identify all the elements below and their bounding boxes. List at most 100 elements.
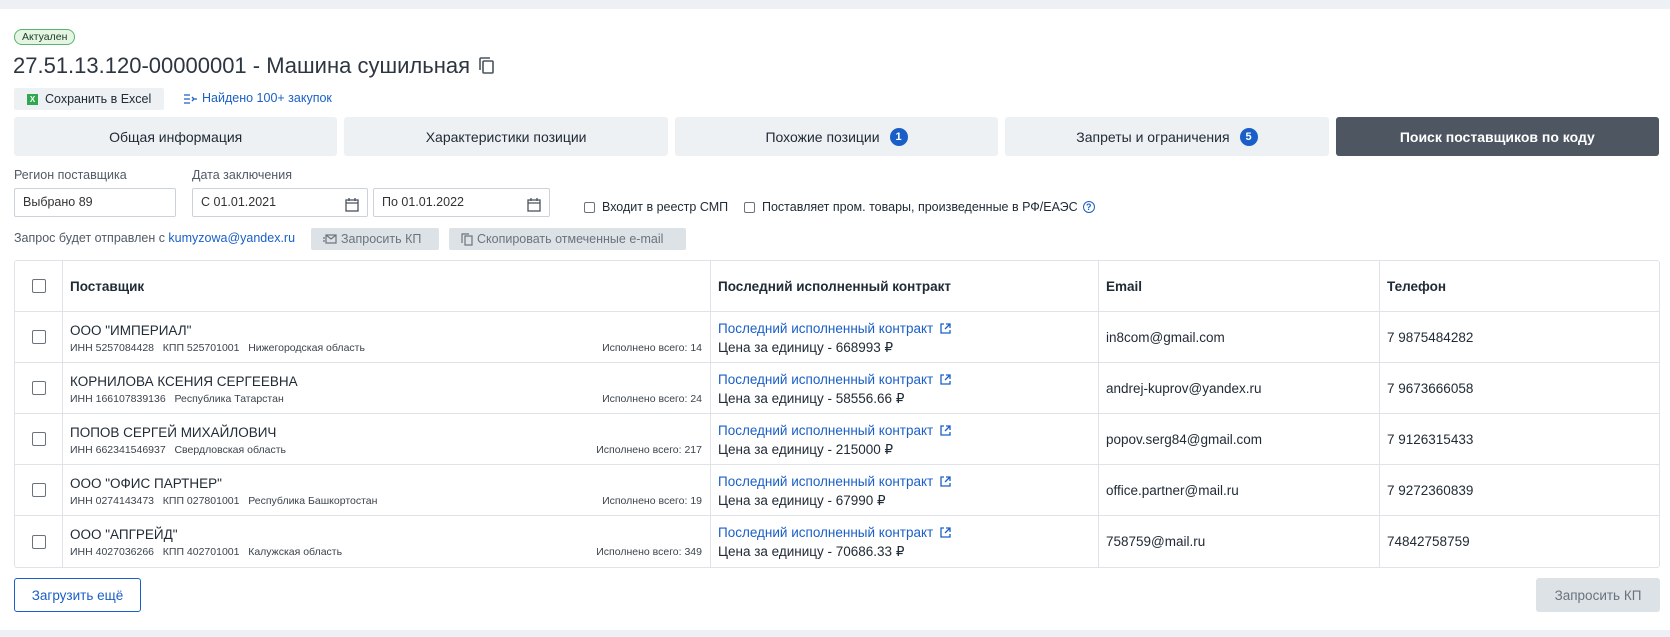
supplier-completed: Исполнено всего: 349 <box>596 546 702 558</box>
table-row: ООО "АПГРЕЙД" ИНН 4027036266 КПП 4027010… <box>15 516 1659 567</box>
list-icon <box>184 93 197 104</box>
checkbox[interactable] <box>584 201 595 213</box>
supplier-completed: Исполнено всего: 14 <box>602 342 702 354</box>
contract-link[interactable]: Последний исполненный контракт <box>718 372 951 387</box>
supplier-details: ИНН 166107839136 Республика Татарстан <box>70 393 284 405</box>
tab-label: Запреты и ограничения <box>1076 128 1230 145</box>
calendar-icon[interactable] <box>345 195 359 212</box>
copy-emails-button[interactable]: Скопировать отмеченные e-mail <box>449 228 686 250</box>
contract-link-text: Последний исполненный контракт <box>718 321 934 336</box>
supplier-name: ООО "ИМПЕРИАЛ" <box>70 323 192 338</box>
excel-icon: X <box>27 93 38 105</box>
rf-goods-checkbox[interactable]: Поставляет пром. товары, произведенные в… <box>744 200 1095 214</box>
help-icon[interactable]: ? <box>1082 201 1095 213</box>
contract-cell: Последний исполненный контракт Цена за е… <box>711 312 1099 362</box>
row-checkbox[interactable] <box>31 432 46 446</box>
table-row: КОРНИЛОВА КСЕНИЯ СЕРГЕЕВНА ИНН 166107839… <box>15 363 1659 414</box>
header-phone: Телефон <box>1387 278 1447 294</box>
tab-characteristics[interactable]: Характеристики позиции <box>344 117 668 156</box>
unit-price: Цена за единицу - 668993 ₽ <box>718 340 894 355</box>
unit-price: Цена за единицу - 70686.33 ₽ <box>718 544 905 559</box>
header-email: Email <box>1099 261 1380 311</box>
tab-label: Похожие позиции <box>765 128 880 145</box>
tab-bar: Общая информация Характеристики позиции … <box>14 117 1660 156</box>
phone-cell: 7 9875484282 <box>1387 329 1474 345</box>
tab-supplier-search[interactable]: Поиск поставщиков по коду <box>1335 117 1660 156</box>
supplier-cell: ООО "АПГРЕЙД" ИНН 4027036266 КПП 4027010… <box>63 516 711 567</box>
copy-emails-label: Скопировать отмеченные e-mail <box>477 232 664 246</box>
row-select-cell <box>15 465 63 515</box>
smp-checkbox[interactable]: Входит в реестр СМП <box>584 200 728 214</box>
count-badge: 1 <box>889 127 908 146</box>
row-checkbox[interactable] <box>31 330 46 344</box>
external-link-icon <box>940 425 951 436</box>
supplier-details: ИНН 4027036266 КПП 402701001 Калужская о… <box>70 546 343 558</box>
supplier-name: ООО "ОФИС ПАРТНЕР" <box>70 476 222 491</box>
request-kp-bottom-button[interactable]: Запросить КП <box>1536 578 1660 612</box>
contract-cell: Последний исполненный контракт Цена за е… <box>711 516 1099 567</box>
row-checkbox[interactable] <box>31 381 46 395</box>
tab-similar-positions[interactable]: Похожие позиции 1 <box>674 117 999 156</box>
row-checkbox[interactable] <box>31 534 46 549</box>
save-excel-button[interactable]: X Сохранить в Excel <box>14 88 164 110</box>
header-contract: Последний исполненный контракт <box>711 261 1099 311</box>
page-title: 27.51.13.120-00000001 - Машина сушильная <box>13 53 496 79</box>
contract-cell: Последний исполненный контракт Цена за е… <box>711 465 1099 515</box>
external-link-icon <box>940 527 951 538</box>
contract-link[interactable]: Последний исполненный контракт <box>718 321 951 336</box>
external-link-icon <box>940 374 951 385</box>
supplier-details: ИНН 0274143473 КПП 027801001 Республика … <box>70 495 378 507</box>
contract-link[interactable]: Последний исполненный контракт <box>718 525 951 540</box>
select-all-cell <box>15 261 63 311</box>
mail-icon <box>323 234 337 244</box>
purchases-label: Найдено 100+ закупок <box>202 91 332 105</box>
supplier-cell: ООО "ИМПЕРИАЛ" ИНН 5257084428 КПП 525701… <box>63 312 711 362</box>
calendar-icon[interactable] <box>527 195 541 212</box>
table-row: ООО "ОФИС ПАРТНЕР" ИНН 0274143473 КПП 02… <box>15 465 1659 516</box>
request-kp-label: Запросить КП <box>341 232 422 246</box>
unit-price: Цена за единицу - 215000 ₽ <box>718 442 894 457</box>
supplier-completed: Исполнено всего: 24 <box>602 393 702 405</box>
load-more-button[interactable]: Загрузить ещё <box>14 578 141 612</box>
supplier-details: ИНН 5257084428 КПП 525701001 Нижегородск… <box>70 342 365 354</box>
phone-cell: 74842758759 <box>1387 534 1470 549</box>
contract-link[interactable]: Последний исполненный контракт <box>718 474 951 489</box>
contract-link-text: Последний исполненный контракт <box>718 372 934 387</box>
external-link-icon <box>940 476 951 487</box>
supplier-name: КОРНИЛОВА КСЕНИЯ СЕРГЕЕВНА <box>70 374 298 389</box>
supplier-name: ПОПОВ СЕРГЕЙ МИХАЙЛОВИЧ <box>70 425 277 440</box>
row-checkbox[interactable] <box>31 483 46 497</box>
unit-price: Цена за единицу - 67990 ₽ <box>718 493 886 508</box>
status-badge: Актуален <box>14 29 76 45</box>
select-all-checkbox[interactable] <box>31 279 46 293</box>
region-value: Выбрано 89 <box>23 195 93 209</box>
rf-goods-label: Поставляет пром. товары, произведенные в… <box>762 200 1078 214</box>
region-select[interactable]: Выбрано 89 <box>14 188 176 217</box>
purchases-link[interactable]: Найдено 100+ закупок <box>184 91 332 105</box>
email-cell: in8com@gmail.com <box>1099 312 1380 362</box>
table-row: ООО "ИМПЕРИАЛ" ИНН 5257084428 КПП 525701… <box>15 312 1659 363</box>
email-cell: 758759@mail.ru <box>1099 516 1380 567</box>
request-kp-button[interactable]: Запросить КП <box>311 228 439 250</box>
email-cell: andrej-kuprov@yandex.ru <box>1099 363 1380 413</box>
date-from-input[interactable]: С 01.01.2021 <box>192 188 368 217</box>
email-cell: popov.serg84@gmail.com <box>1099 414 1380 464</box>
supplier-details: ИНН 662341546937 Свердловская область <box>70 444 287 456</box>
supplier-name: ООО "АПГРЕЙД" <box>70 527 178 542</box>
region-label: Регион поставщика <box>14 168 127 182</box>
checkbox[interactable] <box>744 201 755 213</box>
sender-email-link[interactable]: kumyzowa@yandex.ru <box>168 231 295 245</box>
copy-icon <box>461 232 473 246</box>
save-excel-label: Сохранить в Excel <box>45 92 152 106</box>
contract-link[interactable]: Последний исполненный контракт <box>718 423 951 438</box>
copy-icon[interactable] <box>478 56 496 76</box>
tab-general-info[interactable]: Общая информация <box>14 117 338 156</box>
date-to-input[interactable]: По 01.01.2022 <box>373 188 550 217</box>
supplier-cell: ООО "ОФИС ПАРТНЕР" ИНН 0274143473 КПП 02… <box>63 465 711 515</box>
external-link-icon <box>940 323 951 334</box>
email-cell: office.partner@mail.ru <box>1099 465 1380 515</box>
contract-link-text: Последний исполненный контракт <box>718 525 934 540</box>
tab-restrictions[interactable]: Запреты и ограничения 5 <box>1005 117 1329 156</box>
table-row: ПОПОВ СЕРГЕЙ МИХАЙЛОВИЧ ИНН 662341546937… <box>15 414 1659 465</box>
date-from-value: С 01.01.2021 <box>201 195 277 209</box>
